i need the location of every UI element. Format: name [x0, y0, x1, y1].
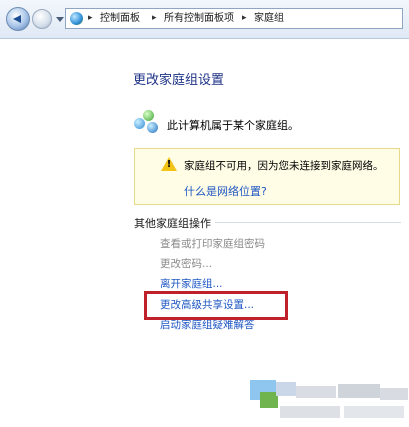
leave-homegroup-link[interactable]: 离开家庭组...: [160, 276, 223, 291]
warning-message: 家庭组不可用，因为您未连接到家庭网络。: [184, 160, 384, 172]
back-button[interactable]: [6, 7, 30, 31]
recent-pages-dropdown-icon[interactable]: [56, 17, 64, 22]
forward-button[interactable]: [32, 9, 52, 29]
content-panel: [0, 39, 409, 427]
homegroup-icon: [134, 110, 160, 136]
change-password-link: 更改密码...: [160, 258, 213, 270]
section-divider: [215, 222, 401, 223]
homegroup-status-text: 此计算机属于某个家庭组。: [167, 119, 299, 132]
breadcrumb-control-panel[interactable]: 控制面板: [100, 9, 140, 28]
other-actions-heading: 其他家庭组操作: [134, 217, 211, 230]
warning-icon-mark: !: [166, 159, 172, 170]
navigation-toolbar: ▸ 控制面板 ▸ 所有控制面板项 ▸ 家庭组: [0, 0, 409, 39]
view-print-password-link: 查看或打印家庭组密码: [160, 238, 265, 250]
breadcrumb-homegroup[interactable]: 家庭组: [254, 9, 284, 28]
chevron-right-icon[interactable]: ▸: [152, 9, 157, 28]
chevron-right-icon[interactable]: ▸: [88, 9, 93, 28]
control-panel-icon: [70, 12, 83, 25]
highlight-box: [144, 291, 288, 320]
chevron-right-icon[interactable]: ▸: [242, 9, 247, 28]
page-title: 更改家庭组设置: [133, 73, 225, 88]
address-bar[interactable]: ▸ 控制面板 ▸ 所有控制面板项 ▸ 家庭组: [65, 8, 403, 29]
network-location-link[interactable]: 什么是网络位置?: [184, 183, 267, 199]
breadcrumb-all-control-panel-items[interactable]: 所有控制面板项: [164, 9, 234, 28]
watermark-logo: [250, 372, 409, 427]
